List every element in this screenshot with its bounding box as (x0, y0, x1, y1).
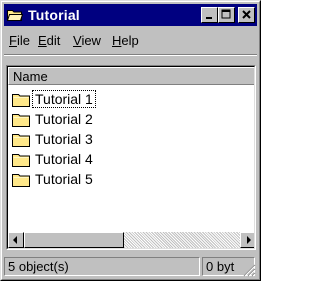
column-header-name[interactable]: Name (8, 67, 254, 85)
window-title: Tutorial (28, 7, 80, 23)
scroll-right-button[interactable] (240, 232, 254, 248)
maximize-icon (221, 9, 231, 19)
folder-icon (12, 154, 30, 167)
menu-divider (4, 54, 257, 56)
menu-file[interactable]: File (9, 33, 30, 49)
list-item-label: Tutorial 5 (35, 171, 93, 187)
scrollbar-thumb[interactable] (24, 232, 124, 248)
list-item-label: Tutorial 4 (35, 151, 93, 167)
folder-open-icon (7, 10, 23, 21)
folder-icon (12, 94, 30, 107)
horizontal-scrollbar[interactable] (8, 232, 254, 248)
title-bar[interactable]: Tutorial (4, 4, 257, 26)
minimize-icon (206, 17, 212, 19)
list-item[interactable]: Tutorial 4 (10, 149, 210, 169)
minimize-button[interactable] (201, 7, 218, 23)
scroll-left-button[interactable] (8, 232, 24, 248)
status-objects: 5 object(s) (4, 257, 200, 276)
list-item[interactable]: Tutorial 2 (10, 109, 210, 129)
close-icon (242, 10, 251, 19)
menu-help[interactable]: Help (112, 33, 139, 49)
list-item[interactable]: Tutorial 5 (10, 169, 210, 189)
menu-edit[interactable]: Edit (38, 33, 60, 49)
list-item-label: Tutorial 2 (35, 111, 93, 127)
arrow-left-icon (13, 236, 17, 244)
folder-icon (12, 134, 30, 147)
explorer-window: Tutorial File Edit View Help Name Tutori… (0, 0, 261, 281)
list-item[interactable]: Tutorial 3 (10, 129, 210, 149)
menu-bar: File Edit View Help (4, 28, 257, 52)
maximize-button[interactable] (218, 7, 235, 23)
resize-grip-icon[interactable] (242, 263, 256, 277)
list-item-label: Tutorial 3 (35, 131, 93, 147)
close-button[interactable] (238, 7, 255, 23)
status-bar: 5 object(s) 0 byt (4, 255, 257, 279)
list-item[interactable]: Tutorial 1 (10, 89, 210, 109)
folder-icon (12, 114, 30, 127)
list-item-label: Tutorial 1 (32, 90, 96, 108)
arrow-right-icon (247, 236, 251, 244)
file-list[interactable]: Name Tutorial 1 Tutorial 2 Tutorial 3 Tu… (6, 65, 256, 250)
folder-icon (12, 174, 30, 187)
menu-view[interactable]: View (73, 33, 101, 49)
